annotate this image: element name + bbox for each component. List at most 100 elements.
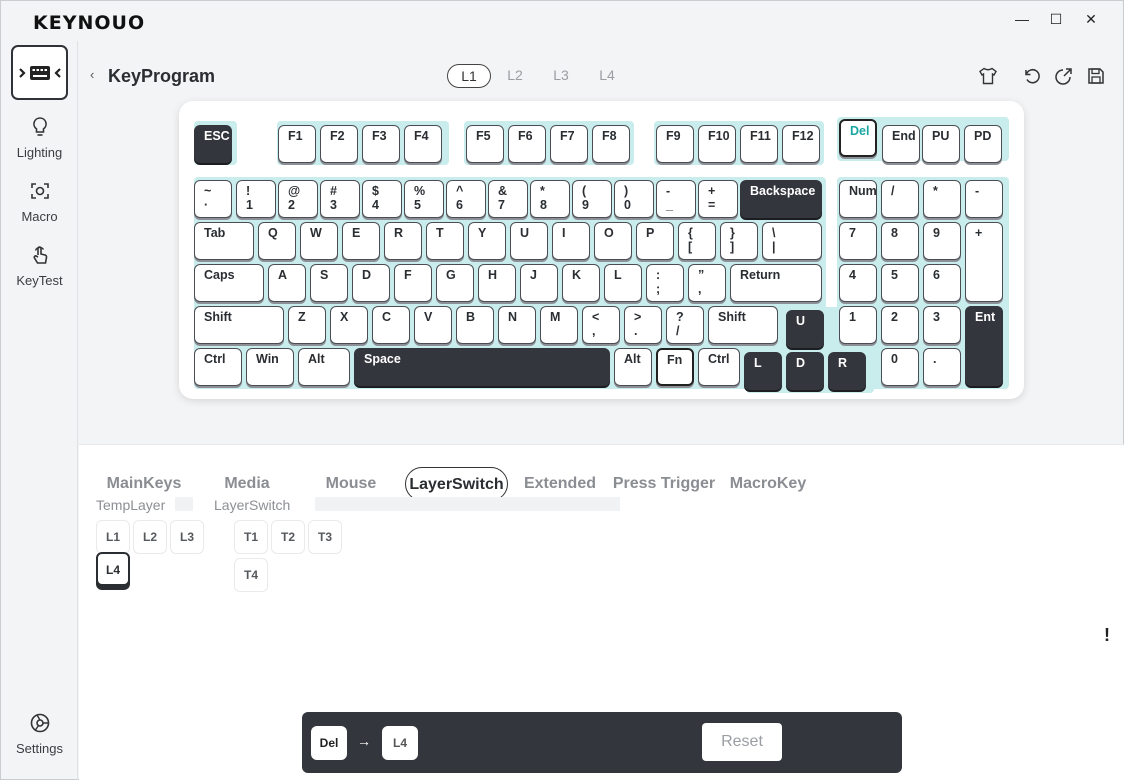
undo-icon[interactable] (1022, 66, 1042, 86)
key-symbol[interactable]: @2 (278, 180, 318, 218)
key-symbol[interactable]: :; (646, 264, 684, 302)
tab-mouse[interactable]: Mouse (321, 467, 381, 501)
key-end[interactable]: End (882, 125, 920, 163)
key-symbol[interactable]: >. (624, 306, 662, 344)
key-2[interactable]: 2 (881, 306, 919, 344)
key-symbol[interactable]: ? / (666, 306, 704, 344)
key-symbol[interactable]: * (923, 180, 961, 218)
key-f8[interactable]: F8 (592, 125, 630, 163)
sidebar-item-macro[interactable]: Macro (1, 179, 78, 224)
key-y[interactable]: Y (468, 222, 506, 260)
key-esc[interactable]: ESC (194, 125, 232, 163)
save-icon[interactable] (1086, 66, 1106, 86)
layerswitch-key-t1[interactable]: T1 (234, 520, 268, 554)
key-c[interactable]: C (372, 306, 410, 344)
key-d[interactable]: D (786, 352, 824, 390)
key-ctrl[interactable]: Ctrl (698, 348, 740, 386)
key-z[interactable]: Z (288, 306, 326, 344)
key-f4[interactable]: F4 (404, 125, 442, 163)
key-symbol[interactable]: - (965, 180, 1003, 218)
key-f9[interactable]: F9 (656, 125, 694, 163)
sidebar-item-keytest[interactable]: KeyTest (1, 243, 78, 288)
key-f10[interactable]: F10 (698, 125, 736, 163)
key-symbol[interactable]: % 5 (404, 180, 444, 218)
key-return[interactable]: Return (730, 264, 822, 302)
maximize-button[interactable]: ☐ (1041, 7, 1071, 31)
key-f2[interactable]: F2 (320, 125, 358, 163)
key-num[interactable]: Num (839, 180, 877, 218)
layerswitch-key-t3[interactable]: T3 (308, 520, 342, 554)
back-icon[interactable]: ‹ (90, 67, 94, 82)
key-symbol[interactable]: \ | (762, 222, 822, 260)
key-k[interactable]: K (562, 264, 600, 302)
key-b[interactable]: B (456, 306, 494, 344)
key-l[interactable]: L (744, 352, 782, 390)
key-backspace[interactable]: Backspace (740, 180, 822, 218)
key-alt[interactable]: Alt (298, 348, 350, 386)
key-r[interactable]: R (384, 222, 422, 260)
key-x[interactable]: X (330, 306, 368, 344)
key-f12[interactable]: F12 (782, 125, 820, 163)
key-4[interactable]: 4 (839, 264, 877, 302)
key-symbol[interactable]: ) 0 (614, 180, 654, 218)
key-ent[interactable]: Ent (965, 306, 1003, 386)
key-n[interactable]: N (498, 306, 536, 344)
key-ctrl[interactable]: Ctrl (194, 348, 242, 386)
key-f1[interactable]: F1 (278, 125, 316, 163)
key-del[interactable]: Del (839, 119, 877, 157)
key-u[interactable]: U (510, 222, 548, 260)
templayer-key-l2[interactable]: L2 (133, 520, 167, 554)
key-symbol[interactable]: $4 (362, 180, 402, 218)
close-button[interactable]: ✕ (1076, 7, 1106, 31)
tab-press-trigger[interactable]: Press Trigger (612, 467, 716, 501)
key-symbol[interactable]: & 7 (488, 180, 528, 218)
key-0[interactable]: 0 (881, 348, 919, 386)
key-j[interactable]: J (520, 264, 558, 302)
export-icon[interactable] (1054, 66, 1074, 86)
key-symbol[interactable]: ”, (688, 264, 726, 302)
layerswitch-key-t2[interactable]: T2 (271, 520, 305, 554)
layer-tab-l3[interactable]: L3 (539, 64, 583, 88)
key-m[interactable]: M (540, 306, 578, 344)
key-alt[interactable]: Alt (614, 348, 652, 386)
templayer-key-l4[interactable]: L4 (96, 552, 130, 586)
reset-button[interactable]: Reset (702, 723, 782, 761)
key-fn[interactable]: Fn (656, 348, 694, 386)
key-shift[interactable]: Shift (194, 306, 284, 344)
tab-mainkeys[interactable]: MainKeys (103, 467, 185, 501)
templayer-key-l3[interactable]: L3 (170, 520, 204, 554)
hint-icon[interactable]: ! (1104, 625, 1110, 646)
key-symbol[interactable]: + = (698, 180, 738, 218)
layer-tab-l1[interactable]: L1 (447, 64, 491, 88)
key-symbol[interactable]: {[ (678, 222, 716, 260)
sidebar-item-settings[interactable]: Settings (1, 711, 78, 756)
tab-media[interactable]: Media (219, 467, 275, 501)
key-6[interactable]: 6 (923, 264, 961, 302)
key-3[interactable]: 3 (923, 306, 961, 344)
key-symbol[interactable]: ~ · (194, 180, 232, 218)
key-f7[interactable]: F7 (550, 125, 588, 163)
key-win[interactable]: Win (246, 348, 294, 386)
key-s[interactable]: S (310, 264, 348, 302)
key-9[interactable]: 9 (923, 222, 961, 260)
key-u[interactable]: U (786, 310, 824, 348)
key-f5[interactable]: F5 (466, 125, 504, 163)
key-r[interactable]: R (828, 352, 866, 390)
layerswitch-key-t4[interactable]: T4 (234, 558, 268, 592)
key-symbol[interactable]: <, (582, 306, 620, 344)
key-shift[interactable]: Shift (708, 306, 778, 344)
key-o[interactable]: O (594, 222, 632, 260)
key-f6[interactable]: F6 (508, 125, 546, 163)
key-symbol[interactable]: ! 1 (236, 180, 276, 218)
key-7[interactable]: 7 (839, 222, 877, 260)
key-q[interactable]: Q (258, 222, 296, 260)
key-t[interactable]: T (426, 222, 464, 260)
tab-macrokey[interactable]: MacroKey (727, 467, 809, 501)
templayer-key-l1[interactable]: L1 (96, 520, 130, 554)
key-symbol[interactable]: * 8 (530, 180, 570, 218)
key-symbol[interactable]: ^ 6 (446, 180, 486, 218)
key-symbol[interactable]: . (923, 348, 961, 386)
key-space[interactable]: Space (354, 348, 610, 386)
key-f[interactable]: F (394, 264, 432, 302)
key-pd[interactable]: PD (964, 125, 1002, 163)
